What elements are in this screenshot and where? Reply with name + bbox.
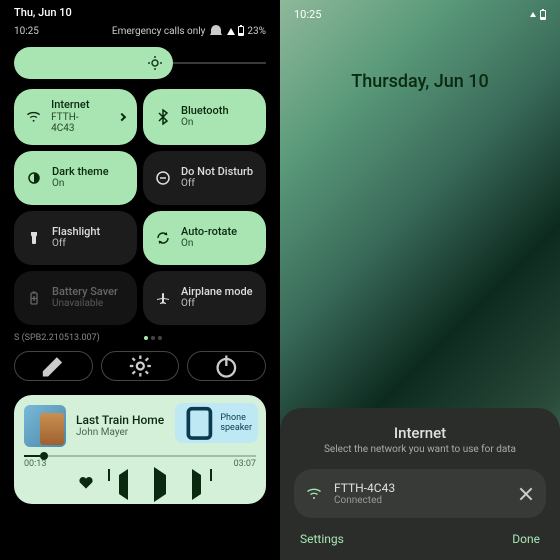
dnd-icon bbox=[155, 170, 171, 186]
power-button[interactable] bbox=[187, 351, 266, 381]
wifi-icon bbox=[26, 109, 41, 125]
tile-internet[interactable]: InternetFTTH-4C43 bbox=[14, 89, 137, 145]
settings-button[interactable] bbox=[101, 351, 180, 381]
album-art bbox=[24, 405, 66, 447]
tile-title: Internet bbox=[51, 99, 99, 112]
play-button[interactable] bbox=[154, 475, 166, 494]
page-indicator bbox=[144, 336, 162, 340]
build-row: S (SPB2.210513.007) bbox=[0, 325, 280, 345]
status-bar: 10:25 bbox=[280, 0, 560, 29]
skip-prev-icon bbox=[119, 469, 128, 500]
rotate-icon bbox=[155, 230, 171, 246]
status-date: Thu, Jun 10 bbox=[14, 6, 72, 19]
status-clock: 10:25 bbox=[294, 8, 321, 21]
tile-darktheme[interactable]: Dark themeOn bbox=[14, 151, 137, 205]
track-artist: John Mayer bbox=[76, 427, 164, 438]
media-output-chip[interactable]: Phone speaker bbox=[175, 403, 258, 444]
tile-battery-saver[interactable]: Battery SaverUnavailable bbox=[14, 271, 137, 325]
tile-airplane[interactable]: Airplane modeOff bbox=[143, 271, 266, 325]
network-status: Connected bbox=[334, 495, 506, 506]
disconnect-button[interactable] bbox=[518, 486, 534, 502]
duration-time: 03:07 bbox=[234, 459, 256, 469]
darktheme-icon bbox=[26, 170, 42, 186]
skip-next-icon bbox=[192, 469, 201, 500]
quick-settings-panel: Thu, Jun 10 10:25 Emergency calls only 2… bbox=[0, 0, 280, 560]
tile-sub: FTTH-4C43 bbox=[51, 112, 99, 135]
emergency-text: Emergency calls only bbox=[112, 26, 206, 37]
prev-button[interactable] bbox=[119, 475, 128, 494]
network-row[interactable]: FTTH-4C43 Connected bbox=[294, 469, 546, 518]
brightness-slider[interactable] bbox=[14, 47, 266, 79]
edit-button[interactable] bbox=[14, 351, 93, 381]
battery-icon bbox=[540, 10, 546, 20]
play-icon bbox=[154, 467, 166, 502]
flashlight-icon bbox=[26, 230, 42, 246]
status-bar-detail: 10:25 Emergency calls only 23% bbox=[0, 19, 280, 47]
status-bar: Thu, Jun 10 bbox=[0, 0, 280, 19]
lockscreen: 10:25 Thursday, Jun 10 Internet Select t… bbox=[280, 0, 560, 560]
track-title: Last Train Home bbox=[76, 413, 164, 427]
settings-link[interactable]: Settings bbox=[300, 532, 344, 546]
seek-bar[interactable] bbox=[24, 455, 256, 457]
lockscreen-date: Thursday, Jun 10 bbox=[280, 71, 560, 92]
done-button[interactable]: Done bbox=[512, 532, 540, 546]
battery-pct: 23% bbox=[247, 26, 266, 37]
heart-icon bbox=[79, 476, 93, 490]
bluetooth-icon bbox=[155, 109, 171, 125]
wifi-status-icon bbox=[530, 12, 536, 17]
qs-tiles: InternetFTTH-4C43 BluetoothOn Dark theme… bbox=[0, 89, 280, 325]
tile-flashlight[interactable]: FlashlightOff bbox=[14, 211, 137, 265]
alarm-icon bbox=[208, 23, 224, 39]
next-button[interactable] bbox=[192, 475, 201, 494]
status-clock: 10:25 bbox=[14, 26, 39, 37]
build-text: S (SPB2.210513.007) bbox=[14, 333, 100, 343]
favorite-button[interactable] bbox=[79, 475, 93, 494]
brightness-icon bbox=[147, 55, 163, 71]
internet-sheet: Internet Select the network you want to … bbox=[280, 408, 560, 560]
elapsed-time: 00:13 bbox=[24, 459, 46, 469]
sheet-title: Internet bbox=[294, 424, 546, 442]
network-name: FTTH-4C43 bbox=[334, 481, 506, 495]
signal-icon bbox=[227, 28, 235, 35]
airplane-icon bbox=[155, 290, 171, 306]
tile-dnd[interactable]: Do Not DisturbOff bbox=[143, 151, 266, 205]
chevron-right-icon bbox=[118, 113, 126, 121]
tile-bluetooth[interactable]: BluetoothOn bbox=[143, 89, 266, 145]
media-card: Phone speaker Last Train Home John Mayer… bbox=[14, 395, 266, 504]
battery-icon bbox=[238, 26, 244, 36]
wifi-icon bbox=[306, 486, 322, 502]
battery-saver-icon bbox=[26, 290, 42, 306]
tile-autorotate[interactable]: Auto-rotateOn bbox=[143, 211, 266, 265]
sheet-subtitle: Select the network you want to use for d… bbox=[294, 444, 546, 455]
action-bar bbox=[0, 345, 280, 387]
